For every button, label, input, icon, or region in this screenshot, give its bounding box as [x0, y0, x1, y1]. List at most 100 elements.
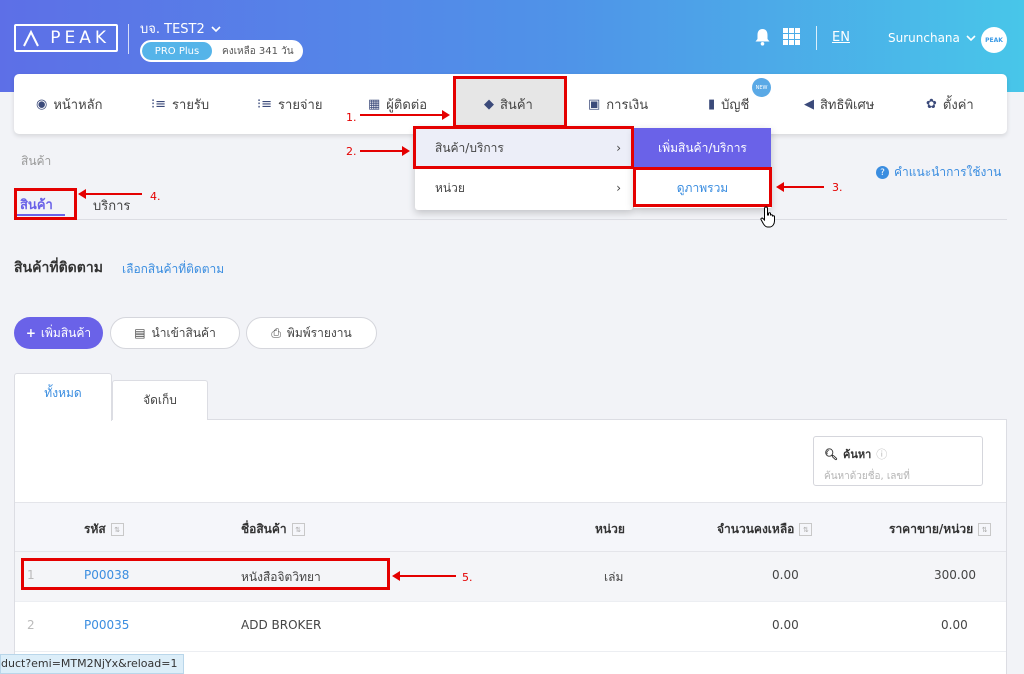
table-row[interactable]: 1 P00038 หนังสือจิตวิทยา เล่ม 0.00 300.0… — [15, 552, 1006, 602]
button-label: นำเข้าสินค้า — [151, 325, 216, 340]
chevron-down-icon — [211, 25, 221, 32]
topbar-divider — [816, 26, 817, 50]
tab-all[interactable]: ทั้งหมด — [14, 373, 112, 421]
megaphone-icon: ◀ — [804, 96, 814, 112]
sort-icon[interactable]: ⇅ — [978, 523, 992, 536]
import-product-button[interactable]: ▤ นำเข้าสินค้า — [110, 317, 240, 349]
plan-pill: PRO Plus คงเหลือ 341 วัน — [140, 40, 303, 62]
col-name[interactable]: ชื่อสินค้า ⇅ — [241, 520, 305, 539]
nav-item-home[interactable]: ◉ หน้าหลัก — [36, 74, 103, 134]
plus-icon: + — [25, 326, 36, 340]
annotation-label-1: 1. — [346, 111, 357, 124]
nav-item-expense[interactable]: ⁝≡ รายจ่าย — [257, 74, 322, 134]
search-box[interactable]: 🔍︎ ค้นหา ⓘ ค้นหาด้วยชื่อ, เลขที่ — [813, 436, 983, 486]
nav-item-accounting[interactable]: ▮ บัญชี — [708, 74, 749, 134]
user-menu[interactable]: Surunchana — [888, 31, 976, 45]
new-badge: NEW — [752, 78, 771, 97]
nav-item-income[interactable]: ⁝≡ รายรับ — [151, 74, 209, 134]
annotation-label-4: 4. — [150, 190, 161, 203]
annotation-arrow-1 — [360, 110, 450, 120]
product-name: ADD BROKER — [241, 618, 322, 632]
nav-label: หน้าหลัก — [53, 97, 103, 113]
col-label: หน่วย — [595, 522, 625, 536]
logo-triangle-icon — [23, 29, 39, 47]
products-dropdown: สินค้า/บริการ › หน่วย › — [415, 126, 633, 210]
sort-icon[interactable]: ⇅ — [799, 523, 813, 536]
help-label: คำแนะนำการใช้งาน — [894, 165, 1002, 179]
row-number: 2 — [27, 618, 35, 632]
tab-archived[interactable]: จัดเก็บ — [112, 380, 208, 420]
annotation-label-3: 3. — [832, 181, 843, 194]
submenu-add-product[interactable]: เพิ่มสินค้า/บริการ — [634, 128, 771, 168]
contacts-icon: ▦ — [368, 96, 381, 112]
nav-label: สิทธิพิเศษ — [820, 97, 875, 113]
gear-icon: ✿ — [926, 96, 937, 112]
product-price: 0.00 — [941, 618, 968, 632]
nav-label: สินค้า — [500, 97, 533, 113]
logo-text: PEAK — [50, 28, 110, 48]
col-price[interactable]: ราคาขาย/หน่วย ⇅ — [889, 520, 992, 539]
printer-icon: ⎙ — [271, 325, 281, 340]
search-input[interactable]: ค้นหาด้วยชื่อ, เลขที่ — [824, 469, 972, 484]
import-file-icon: ▤ — [134, 326, 146, 340]
product-price: 300.00 — [934, 568, 976, 582]
menu-item-products-services[interactable]: สินค้า/บริการ › — [415, 128, 633, 168]
tab-services[interactable]: บริการ — [93, 195, 130, 216]
chevron-right-icon: › — [616, 181, 621, 195]
nav-item-finance[interactable]: ▣ การเงิน — [588, 74, 648, 134]
question-icon: ? — [876, 166, 889, 179]
nav-item-contacts[interactable]: ▦ ผู้ติดต่อ — [368, 74, 427, 134]
main-nav: ◉ หน้าหลัก ⁝≡ รายรับ ⁝≡ รายจ่าย ▦ ผู้ติด… — [14, 74, 1007, 134]
nav-item-privileges[interactable]: ◀ สิทธิพิเศษ — [804, 74, 874, 134]
product-code-link[interactable]: P00038 — [84, 568, 129, 582]
annotation-arrow-3 — [776, 182, 824, 192]
apps-grid-icon[interactable] — [783, 28, 800, 45]
submenu-overview[interactable]: ดูภาพรวม — [634, 168, 771, 208]
cube-icon: ◆ — [484, 96, 494, 112]
info-icon: ⓘ — [876, 448, 888, 461]
annotation-label-2: 2. — [346, 145, 357, 158]
logo-divider — [128, 24, 129, 54]
search-label-row: 🔍︎ ค้นหา ⓘ — [824, 445, 972, 463]
annotation-arrow-4 — [78, 189, 142, 199]
col-code[interactable]: รหัส ⇅ — [84, 520, 124, 539]
col-label: ราคาขาย/หน่วย — [889, 522, 974, 536]
company-selector[interactable]: บจ. TEST2 — [140, 18, 221, 39]
annotation-label-5: 5. — [462, 571, 473, 584]
nav-item-settings[interactable]: ✿ ตั้งค่า — [926, 74, 974, 134]
print-report-button[interactable]: ⎙ พิมพ์รายงาน — [246, 317, 377, 349]
product-qty: 0.00 — [772, 568, 799, 582]
avatar[interactable]: PEAK — [981, 27, 1007, 53]
menu-item-units[interactable]: หน่วย › — [415, 168, 633, 208]
col-qty[interactable]: จำนวนคงเหลือ ⇅ — [717, 520, 813, 539]
breadcrumb: สินค้า — [21, 154, 52, 168]
add-product-button[interactable]: + เพิ่มสินค้า — [14, 317, 103, 349]
peak-logo[interactable]: PEAK — [14, 24, 118, 52]
nav-label: บัญชี — [721, 97, 750, 113]
help-link[interactable]: ? คำแนะนำการใช้งาน — [876, 163, 1001, 182]
sort-icon[interactable]: ⇅ — [110, 523, 124, 536]
menu-item-label: หน่วย — [435, 180, 465, 195]
watchlist-title: สินค้าที่ติดตาม — [14, 260, 103, 276]
bell-icon[interactable] — [754, 28, 771, 46]
chevron-right-icon: › — [616, 141, 621, 155]
table-row[interactable]: 2 P00035 ADD BROKER 0.00 0.00 — [15, 602, 1006, 652]
tab-products[interactable]: สินค้า — [20, 194, 53, 215]
sort-icon[interactable]: ⇅ — [291, 523, 305, 536]
product-name: หนังสือจิตวิทยา — [241, 570, 321, 584]
nav-item-products[interactable]: ◆ สินค้า — [484, 74, 533, 134]
watchlist-select-link[interactable]: เลือกสินค้าที่ติดตาม — [122, 260, 224, 279]
company-name: บจ. TEST2 — [140, 22, 205, 37]
search-label: ค้นหา — [842, 448, 872, 461]
col-label: ชื่อสินค้า — [241, 522, 287, 536]
col-unit: หน่วย — [595, 520, 625, 539]
annotation-arrow-5 — [392, 571, 456, 581]
user-name: Surunchana — [888, 31, 960, 45]
row-number: 1 — [27, 568, 35, 582]
dashboard-icon: ◉ — [36, 96, 48, 112]
table-header: รหัส ⇅ ชื่อสินค้า ⇅ หน่วย จำนวนคงเหลือ ⇅ รา… — [15, 502, 1006, 552]
col-label: จำนวนคงเหลือ — [717, 522, 795, 536]
nav-label: รายรับ — [172, 97, 210, 113]
language-switch[interactable]: EN — [832, 30, 850, 45]
product-code-link[interactable]: P00035 — [84, 618, 129, 632]
